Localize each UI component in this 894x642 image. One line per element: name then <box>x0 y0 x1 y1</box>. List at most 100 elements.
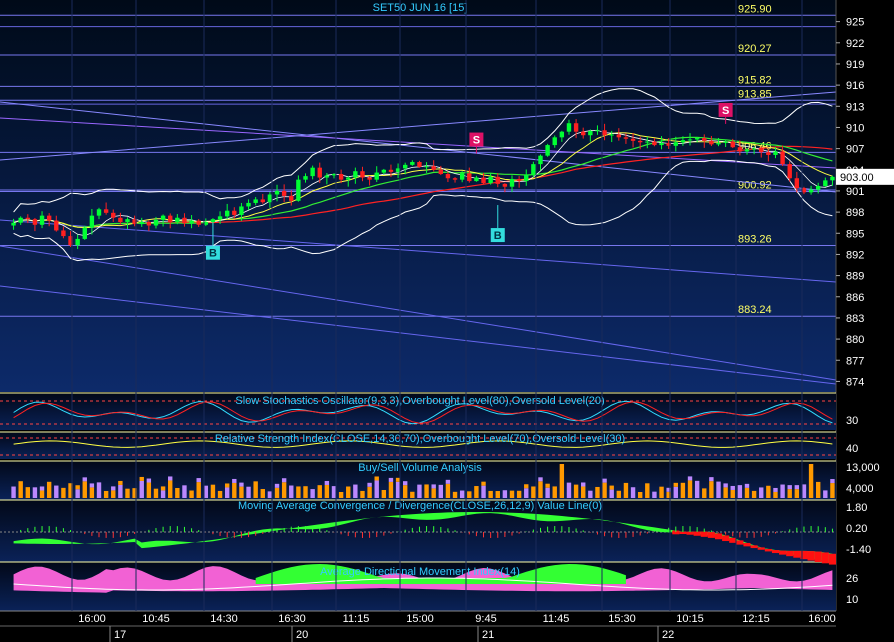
volume-bar-segment <box>274 483 280 488</box>
volume-bar-segment <box>481 481 486 486</box>
volume-bar <box>153 488 159 498</box>
rsi-title: Relative Strength Index(CLOSE,14,30,70),… <box>215 433 625 445</box>
adx-tick: 26 <box>846 573 858 585</box>
volume-bar <box>367 486 372 498</box>
candle-body <box>823 180 828 187</box>
candle-body <box>160 215 166 220</box>
volume-bar-segment <box>538 477 543 482</box>
volume-bar <box>830 483 835 498</box>
candle-body <box>424 166 429 168</box>
candle-body <box>217 216 223 220</box>
volume-bar <box>787 489 792 498</box>
candle-body <box>431 166 436 170</box>
candle-body <box>545 145 550 156</box>
candle-body <box>502 183 508 187</box>
signal-label: B <box>209 248 217 260</box>
candle-body <box>588 130 593 136</box>
volume-bar <box>588 490 593 498</box>
adx-title: Average Directional Movement Index(14) <box>320 566 520 578</box>
volume-bar <box>224 487 230 498</box>
candle-body <box>210 219 216 222</box>
volume-bar <box>538 481 543 498</box>
y-tick-label: 874 <box>846 376 864 388</box>
candle-body <box>146 221 152 226</box>
y-tick-label: 892 <box>846 249 864 261</box>
volume-bar <box>467 491 472 498</box>
volume-bar-segment <box>239 482 244 487</box>
y-tick-label: 919 <box>846 59 864 71</box>
volume-bar <box>310 489 315 498</box>
volume-bar-segment <box>160 486 166 491</box>
y-tick-label: 880 <box>846 334 864 346</box>
candle-body <box>581 131 586 136</box>
y-tick-label: 895 <box>846 228 864 240</box>
candle-body <box>766 152 771 155</box>
volume-bar <box>324 484 330 498</box>
candle-body <box>808 189 814 193</box>
volume-bar <box>602 482 607 498</box>
volume-bar-segment <box>324 480 330 485</box>
candle-body <box>296 179 301 201</box>
volume-bar-segment <box>445 479 451 484</box>
time-label: 10:15 <box>676 613 704 625</box>
candle-body <box>623 137 629 139</box>
volume-bar <box>452 491 458 498</box>
volume-bar-segment <box>787 485 792 490</box>
volume-bar <box>488 490 493 498</box>
candle-body <box>139 221 144 225</box>
candle-body <box>82 227 87 239</box>
candle-body <box>694 138 700 140</box>
volume-bar <box>25 487 31 498</box>
volume-bar <box>766 485 771 498</box>
chart-canvas[interactable]: 925.90920.27915.82913.85906.46900.92893.… <box>0 0 894 642</box>
volume-bar <box>18 481 23 498</box>
candle-body <box>196 220 201 225</box>
candle-body <box>737 147 743 152</box>
volume-bar <box>794 489 800 498</box>
candle-body <box>246 202 251 207</box>
volume-bar-segment <box>232 478 237 483</box>
volume-bar <box>353 484 358 498</box>
volume-bar <box>623 482 629 498</box>
candle-body <box>75 238 80 246</box>
candle-body <box>459 173 465 180</box>
y-tick-label: 883 <box>846 313 864 325</box>
candle-body <box>118 217 123 222</box>
candle-body <box>645 141 650 143</box>
candle-body <box>303 176 308 180</box>
candle-body <box>723 141 728 143</box>
candle-body <box>516 178 522 182</box>
volume-bar <box>32 487 38 498</box>
volume-bar <box>459 490 465 498</box>
y-tick-label: 910 <box>846 122 864 134</box>
y-tick-label: 889 <box>846 271 864 283</box>
volume-bar <box>573 484 579 498</box>
candle-body <box>559 131 565 138</box>
volume-bar <box>274 487 280 498</box>
volume-bar <box>694 480 700 498</box>
candle-body <box>637 140 643 143</box>
candle-body <box>780 151 785 165</box>
macd-title: Moving Average Convergence / Divergence(… <box>238 500 602 512</box>
candle-body <box>11 222 16 226</box>
candle-body <box>360 171 365 178</box>
time-label: 16:00 <box>808 613 836 625</box>
volume-bar <box>402 485 408 498</box>
volume-bar <box>780 484 785 498</box>
volume-bar <box>75 489 80 498</box>
volume-bar <box>289 485 294 498</box>
volume-bar <box>645 483 650 498</box>
volume-bar <box>246 486 251 498</box>
candle-body <box>111 212 116 218</box>
candle-body <box>709 140 714 145</box>
y-tick-label: 907 <box>846 144 864 156</box>
candle-body <box>367 177 372 180</box>
date-label: 21 <box>482 629 494 641</box>
time-label: 15:30 <box>608 613 636 625</box>
volume-bar-segment <box>524 484 529 489</box>
volume-bar <box>502 490 508 498</box>
volume-bar <box>381 489 387 498</box>
candle-body <box>338 174 344 180</box>
candle-body <box>794 178 800 189</box>
volume-bar-segment <box>388 477 394 482</box>
